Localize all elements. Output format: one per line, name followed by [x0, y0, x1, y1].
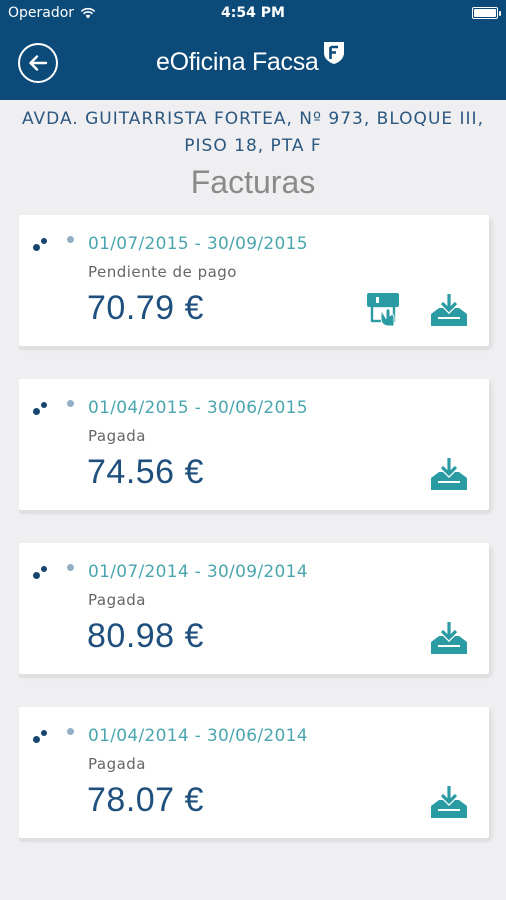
- invoice-card[interactable]: 01/07/2015 - 30/09/2015 Pendiente de pag…: [19, 215, 489, 346]
- invoice-amount: 80.98 €: [87, 617, 204, 655]
- download-icon[interactable]: [429, 620, 469, 656]
- invoice-period: 01/07/2015 - 30/09/2015: [88, 234, 308, 254]
- back-button[interactable]: [18, 43, 58, 83]
- invoice-status: Pagada: [88, 591, 146, 609]
- invoice-status: Pagada: [88, 755, 146, 773]
- download-icon[interactable]: [429, 292, 469, 328]
- download-icon[interactable]: [429, 784, 469, 820]
- invoice-amount: 70.79 €: [87, 289, 204, 327]
- facsa-logo-icon: [323, 42, 344, 64]
- invoice-status: Pagada: [88, 427, 146, 445]
- brand-name: eOficina Facsa: [156, 47, 319, 76]
- invoice-card[interactable]: 01/04/2015 - 30/06/2015 Pagada 74.56 €: [19, 379, 489, 510]
- invoice-amount: 74.56 €: [87, 453, 204, 491]
- address-line-2: PISO 18, PTA F: [184, 136, 322, 156]
- dots-decoration: [33, 725, 74, 747]
- pay-card-icon[interactable]: [364, 290, 402, 328]
- arrow-left-icon: [29, 55, 48, 71]
- dots-decoration: [33, 397, 74, 419]
- invoice-card[interactable]: 01/04/2014 - 30/06/2014 Pagada 78.07 €: [19, 707, 489, 838]
- page-title: Facturas: [190, 164, 316, 200]
- invoice-list: 01/07/2015 - 30/09/2015 Pendiente de pag…: [19, 215, 489, 871]
- brand-logo: eOficina Facsa: [156, 40, 345, 84]
- supply-address: AVDA. GUITARRISTA FORTEA, Nº 973, BLOQUE…: [8, 106, 498, 160]
- status-bar: Operador 4:54 PM: [0, 0, 506, 28]
- clock: 4:54 PM: [221, 5, 285, 21]
- invoice-period: 01/07/2014 - 30/09/2014: [88, 562, 308, 582]
- invoice-status: Pendiente de pago: [88, 263, 237, 281]
- app-header: Operador 4:54 PM eOficina Facsa: [0, 0, 506, 100]
- dots-decoration: [33, 561, 74, 583]
- address-line-1: AVDA. GUITARRISTA FORTEA, Nº 973, BLOQUE…: [22, 109, 484, 129]
- invoice-amount: 78.07 €: [87, 781, 204, 819]
- battery-icon: [472, 7, 501, 19]
- dots-decoration: [33, 233, 74, 255]
- download-icon[interactable]: [429, 456, 469, 492]
- invoice-period: 01/04/2015 - 30/06/2015: [88, 398, 308, 418]
- invoice-period: 01/04/2014 - 30/06/2014: [88, 726, 308, 746]
- invoice-card[interactable]: 01/07/2014 - 30/09/2014 Pagada 80.98 €: [19, 543, 489, 674]
